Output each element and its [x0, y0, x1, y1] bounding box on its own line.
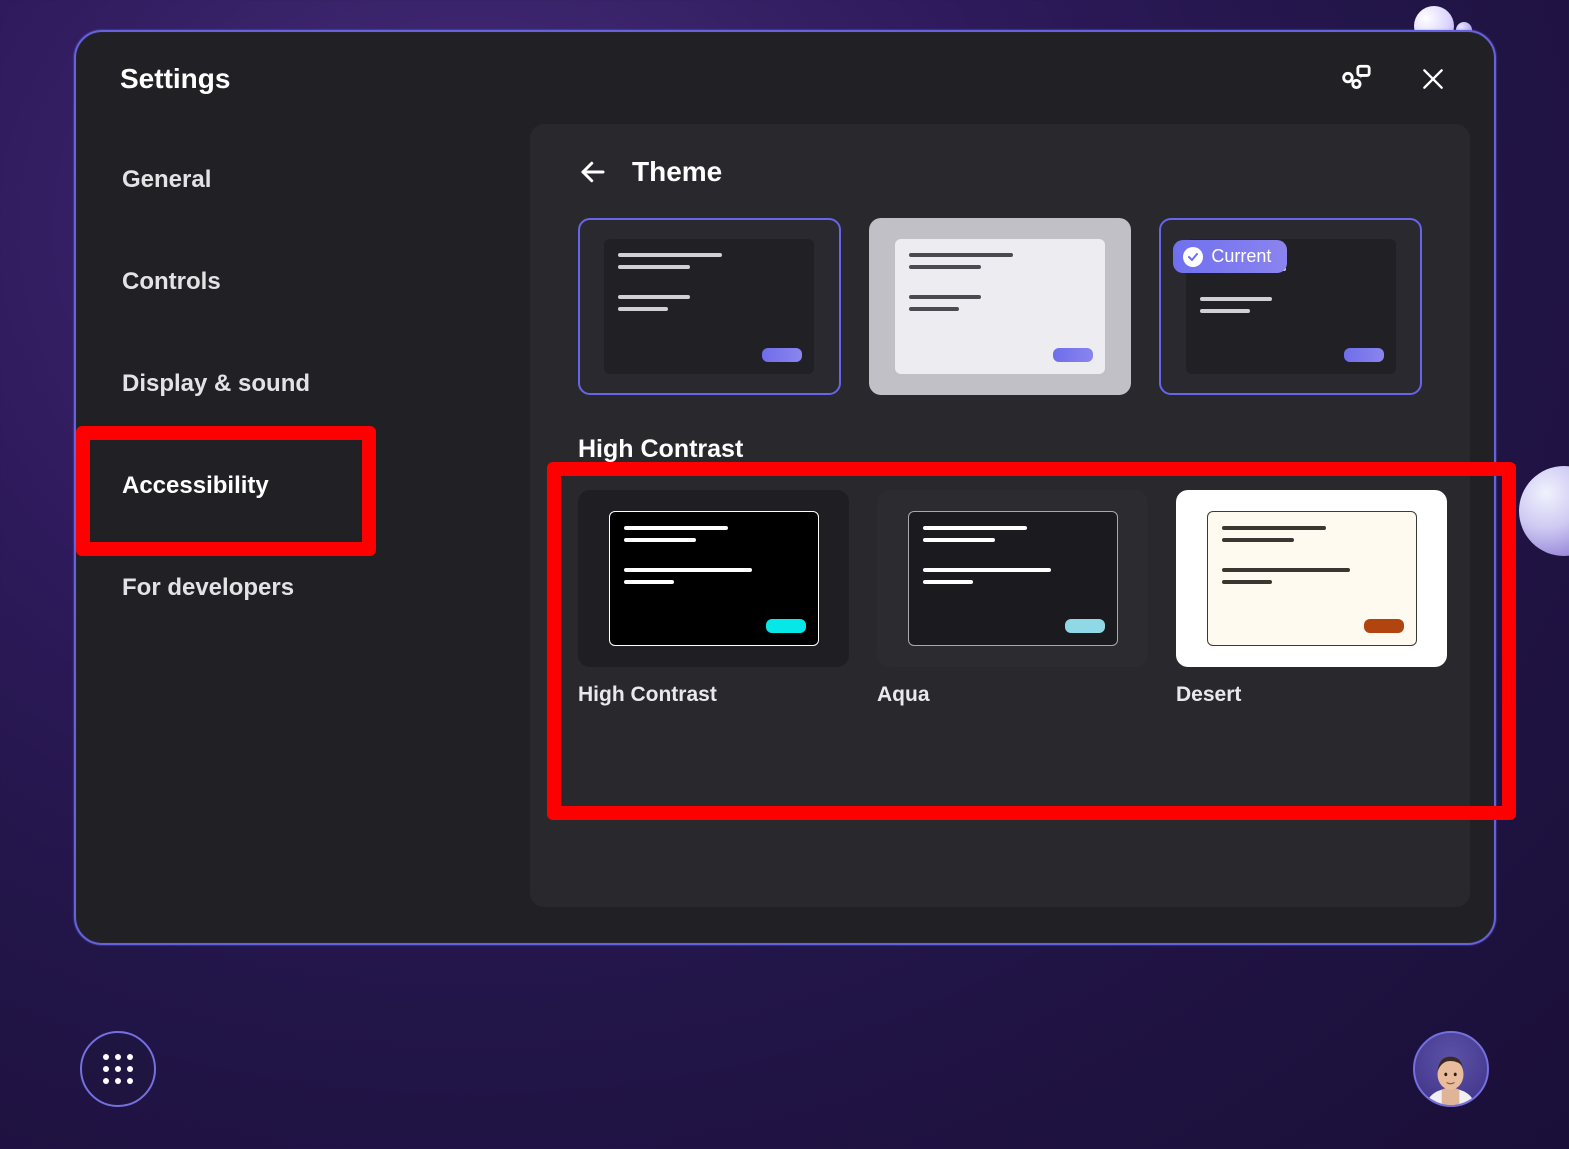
theme-label-high-contrast: High Contrast — [578, 683, 849, 707]
theme-option-aqua[interactable] — [877, 490, 1148, 667]
window-title: Settings — [120, 63, 230, 95]
theme-preview — [1207, 511, 1417, 646]
app-grid-button[interactable] — [80, 1031, 156, 1107]
theme-option-desert[interactable] — [1176, 490, 1447, 667]
back-button[interactable] — [578, 157, 608, 187]
sidebar-item-general[interactable]: General — [100, 148, 520, 212]
sidebar-item-display-sound[interactable]: Display & sound — [100, 352, 520, 416]
window-header: Settings — [76, 32, 1494, 112]
sidebar-item-for-developers[interactable]: For developers — [100, 556, 520, 620]
theme-label-aqua: Aqua — [877, 683, 1148, 707]
close-button[interactable] — [1416, 62, 1450, 96]
settings-sidebar: General Controls Display & sound Accessi… — [100, 124, 530, 907]
theme-preview — [895, 239, 1105, 374]
settings-window: Settings General Controls — [74, 30, 1496, 945]
avatar-icon — [1421, 1046, 1480, 1105]
high-contrast-row: High Contrast Aqua — [578, 490, 1422, 707]
header-actions — [1338, 62, 1450, 96]
content-header: Theme — [578, 156, 1422, 188]
theme-options-row: Current — [578, 218, 1422, 395]
current-badge: Current — [1173, 240, 1287, 273]
theme-preview — [609, 511, 819, 646]
theme-preview — [908, 511, 1118, 646]
theme-option-dark[interactable] — [578, 218, 841, 395]
theme-option-light[interactable] — [869, 218, 1132, 395]
grid-icon — [103, 1054, 133, 1084]
feedback-icon[interactable] — [1338, 62, 1372, 96]
high-contrast-section-title: High Contrast — [578, 435, 1422, 464]
decorative-planet — [1519, 466, 1569, 556]
theme-preview — [604, 239, 814, 374]
avatar-button[interactable] — [1413, 1031, 1489, 1107]
check-icon — [1183, 247, 1203, 267]
settings-content: Theme — [530, 124, 1470, 907]
current-badge-label: Current — [1211, 246, 1271, 267]
content-title: Theme — [632, 156, 722, 188]
theme-label-desert: Desert — [1176, 683, 1447, 707]
theme-option-high-contrast[interactable] — [578, 490, 849, 667]
sidebar-item-controls[interactable]: Controls — [100, 250, 520, 314]
sidebar-item-accessibility[interactable]: Accessibility — [100, 454, 520, 518]
theme-option-current[interactable]: Current — [1159, 218, 1422, 395]
